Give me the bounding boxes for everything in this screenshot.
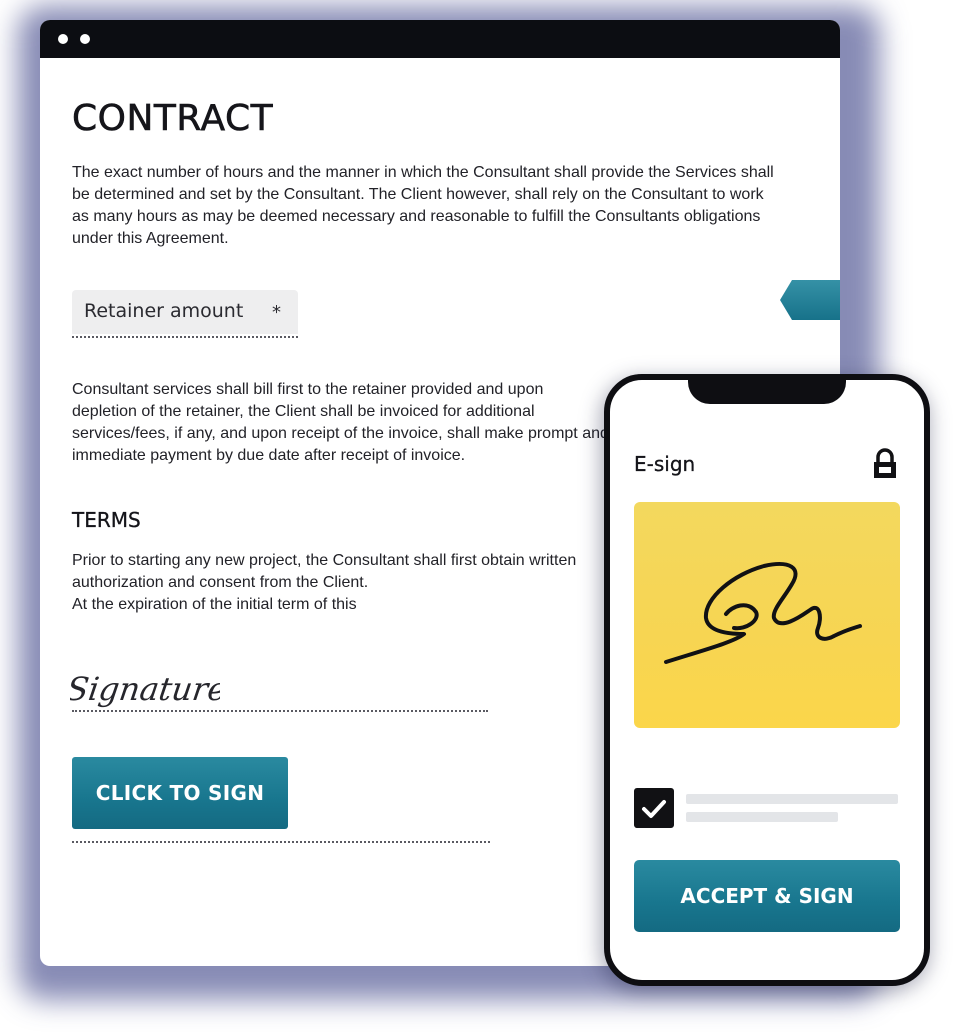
phone-mockup: E-sign ACCEPT & SIGN [604, 374, 930, 986]
contract-title: CONTRACT [72, 98, 274, 140]
agreement-text-placeholder [686, 794, 898, 804]
stage: CONTRACT The exact number of hours and t… [0, 0, 960, 1032]
window-dot[interactable] [58, 34, 68, 44]
accept-and-sign-button[interactable]: ACCEPT & SIGN [634, 860, 900, 932]
signature-label-text: Signature [70, 670, 220, 708]
browser-title-bar [40, 20, 840, 58]
window-dot[interactable] [80, 34, 90, 44]
sign-button-underline [72, 841, 490, 843]
terms-heading: TERMS [72, 508, 141, 532]
signature-label: Signature [70, 670, 220, 708]
required-marker: * [272, 302, 281, 323]
signature-line [72, 710, 488, 712]
click-to-sign-button[interactable]: CLICK TO SIGN [72, 757, 288, 829]
terms-line: At the expiration of the initial term of… [72, 596, 357, 613]
contract-intro-paragraph: The exact number of hours and the manner… [72, 164, 774, 247]
billing-paragraph: Consultant services shall bill first to … [72, 381, 609, 464]
esign-title: E-sign [634, 452, 696, 476]
retainer-amount-label: Retainer amount [84, 300, 244, 322]
agreement-checkbox[interactable] [634, 788, 674, 828]
terms-line: authorization and consent from the Clien… [72, 574, 369, 591]
checkmark-icon [642, 800, 666, 818]
signature-pad[interactable] [634, 502, 900, 728]
retainer-amount-field[interactable]: Retainer amount * [72, 290, 298, 334]
field-pointer-tag [780, 280, 840, 320]
handwritten-signature [664, 562, 862, 664]
phone-notch [688, 380, 846, 404]
agreement-text-placeholder [686, 812, 838, 822]
terms-line: Prior to starting any new project, the C… [72, 552, 577, 569]
lock-icon [874, 448, 896, 478]
terms-paragraph: Prior to starting any new project, the C… [72, 550, 612, 616]
retainer-field-underline [72, 336, 298, 338]
